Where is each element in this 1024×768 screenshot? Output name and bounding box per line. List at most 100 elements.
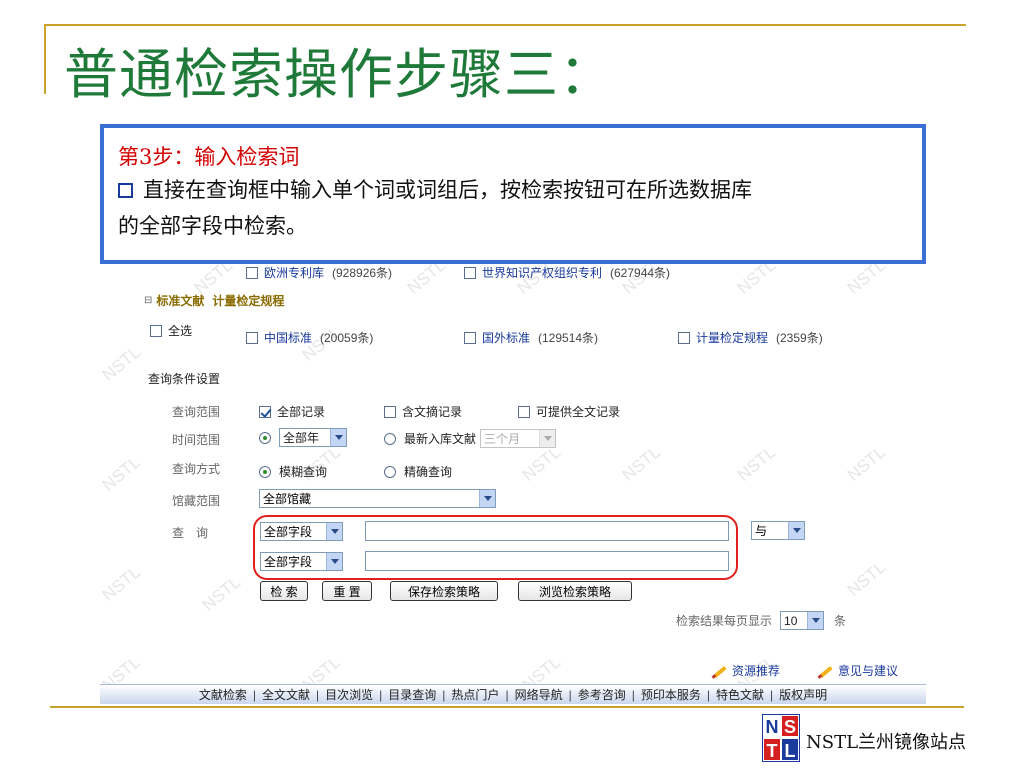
feedback-link[interactable]: 意见与建议 <box>818 662 898 679</box>
query-input-1[interactable] <box>365 521 729 541</box>
holdings-select[interactable]: 全部馆藏 <box>259 489 496 508</box>
recent-period-select[interactable]: 三个月 <box>480 429 557 448</box>
watermark: NSTL <box>843 442 890 485</box>
scope-option-abstract[interactable]: 含文摘记录 <box>384 403 462 420</box>
tree-node-sub-label[interactable]: 计量检定规程 <box>212 292 284 309</box>
chevron-down-icon[interactable] <box>539 430 556 447</box>
footer-link[interactable]: 全文文献 <box>262 686 310 703</box>
instruction-callout: 第3步：输入检索词 直接在查询框中输入单个词或词组后，按检索按钮可在所选数据库 … <box>100 124 926 264</box>
checkbox[interactable] <box>384 405 396 418</box>
feedback-link-label[interactable]: 意见与建议 <box>838 662 898 679</box>
browse-strategy-button[interactable]: 浏览检索策略 <box>518 581 632 601</box>
watermark: NSTL <box>843 557 890 600</box>
field-select-1[interactable]: 全部字段 <box>260 521 343 541</box>
time-option-all-year[interactable]: 全部年 <box>259 428 347 447</box>
checkbox[interactable] <box>150 324 162 337</box>
chevron-down-icon[interactable] <box>788 522 804 539</box>
checkbox[interactable] <box>678 331 690 344</box>
chevron-down-icon[interactable] <box>330 429 346 446</box>
footer-link[interactable]: 参考咨询 <box>578 686 626 703</box>
footer-nav: 文献检索 | 全文文献 | 目次浏览 | 目录查询 | 热点门户 | 网络导航 | 参考咨询… <box>100 684 926 704</box>
standard-option[interactable]: 中国标准 (20059条) <box>246 329 373 346</box>
tree-node-label[interactable]: 标准文献 <box>156 292 204 309</box>
patent-option[interactable]: 世界知识产权组织专利 (627944条) <box>464 264 670 281</box>
instruction-text-1: 直接在查询框中输入单个词或词组后，按检索按钮可在所选数据库 <box>143 178 752 202</box>
recommend-link-label[interactable]: 资源推荐 <box>732 662 780 679</box>
tree-node-standards[interactable]: ⊟ 标准文献 计量检定规程 <box>144 292 284 309</box>
per-page-label: 检索结果每页显示 <box>676 614 773 628</box>
screenshot-panel: NSTL NSTL NSTL NSTL NSTL NSTL NSTL NSTL … <box>100 124 926 706</box>
reset-button[interactable]: 重 置 <box>322 581 372 601</box>
year-select-value: 全部年 <box>283 431 320 445</box>
per-page-unit: 条 <box>834 614 847 628</box>
tree-collapse-icon[interactable]: ⊟ <box>144 295 152 306</box>
logic-select-wrap[interactable]: 与 <box>751 521 805 540</box>
watermark: NSTL <box>733 442 780 485</box>
checkbox[interactable] <box>464 266 476 279</box>
database-name[interactable]: 欧洲专利库 <box>264 264 324 281</box>
slide-frame-left <box>44 24 46 94</box>
scope-option-all[interactable]: 全部记录 <box>259 403 325 420</box>
conditions-heading: 查询条件设置 <box>148 372 221 386</box>
chevron-down-icon[interactable] <box>326 552 342 570</box>
scope-option-fulltext[interactable]: 可提供全文记录 <box>518 403 620 420</box>
chevron-down-icon[interactable] <box>326 522 342 540</box>
footer-link[interactable]: 网络导航 <box>515 686 563 703</box>
action-buttons: 检 索 重 置 保存检索策略 浏览检索策略 <box>260 581 632 601</box>
radio[interactable] <box>259 465 271 478</box>
patent-option[interactable]: 欧洲专利库 (928926条) <box>246 264 392 281</box>
database-name[interactable]: 国外标准 <box>482 329 530 346</box>
checkbox[interactable] <box>246 331 258 344</box>
field-select-value: 全部字段 <box>264 554 313 569</box>
pencil-icon <box>712 664 726 678</box>
footer-link[interactable]: 特色文献 <box>716 686 764 703</box>
radio[interactable] <box>384 465 396 478</box>
checkbox[interactable] <box>259 405 271 418</box>
method-option-fuzzy[interactable]: 模糊查询 <box>259 463 327 480</box>
logo-letter: S <box>784 717 796 737</box>
holdings-select-wrap[interactable]: 全部馆藏 <box>259 489 496 508</box>
select-all-option[interactable]: 全选 <box>150 322 192 339</box>
scope-label: 查询范围 <box>172 405 221 419</box>
radio[interactable] <box>384 432 396 445</box>
footer-link[interactable]: 文献检索 <box>199 686 247 703</box>
record-count: (627944条) <box>610 266 671 280</box>
recent-period-value: 三个月 <box>484 432 521 446</box>
footer-link[interactable]: 版权声明 <box>779 686 827 703</box>
logic-select[interactable]: 与 <box>751 521 805 540</box>
chevron-down-icon[interactable] <box>807 612 824 629</box>
chevron-down-icon[interactable] <box>479 490 495 507</box>
search-button[interactable]: 检 索 <box>260 581 308 601</box>
watermark: NSTL <box>100 342 145 385</box>
scope-option-label: 含文摘记录 <box>402 405 463 419</box>
recommend-link[interactable]: 资源推荐 <box>712 662 780 679</box>
footer-link[interactable]: 目次浏览 <box>325 686 373 703</box>
footer-link[interactable]: 预印本服务 <box>641 686 701 703</box>
query-row-1[interactable]: 全部字段 <box>260 521 729 541</box>
query-input-2[interactable] <box>365 551 729 571</box>
method-option-exact[interactable]: 精确查询 <box>384 463 452 480</box>
footer-link[interactable]: 热点门户 <box>451 686 499 703</box>
query-row-2[interactable]: 全部字段 <box>260 551 729 571</box>
standard-option[interactable]: 计量检定规程 (2359条) <box>678 329 823 346</box>
field-select-value: 全部字段 <box>264 524 313 539</box>
database-name[interactable]: 世界知识产权组织专利 <box>482 264 602 281</box>
logo-letter: N <box>766 717 779 737</box>
standard-option[interactable]: 国外标准 (129514条) <box>464 329 598 346</box>
footer-link[interactable]: 目录查询 <box>388 686 436 703</box>
time-option-recent[interactable]: 最新入库文献 三个月 <box>384 429 557 448</box>
checkbox[interactable] <box>246 266 258 279</box>
logo-letter: T <box>767 741 778 761</box>
checkbox[interactable] <box>464 331 476 344</box>
time-label: 时间范围 <box>172 433 221 447</box>
checkbox[interactable] <box>518 405 530 418</box>
database-name[interactable]: 中国标准 <box>264 329 312 346</box>
per-page-select[interactable]: 10 <box>780 611 825 630</box>
field-select-2[interactable]: 全部字段 <box>260 551 343 571</box>
time-recent-label: 最新入库文献 <box>404 432 477 446</box>
logic-select-value: 与 <box>755 524 768 538</box>
save-strategy-button[interactable]: 保存检索策略 <box>390 581 498 601</box>
database-name[interactable]: 计量检定规程 <box>696 329 768 346</box>
radio[interactable] <box>259 431 271 444</box>
year-select[interactable]: 全部年 <box>279 428 347 447</box>
